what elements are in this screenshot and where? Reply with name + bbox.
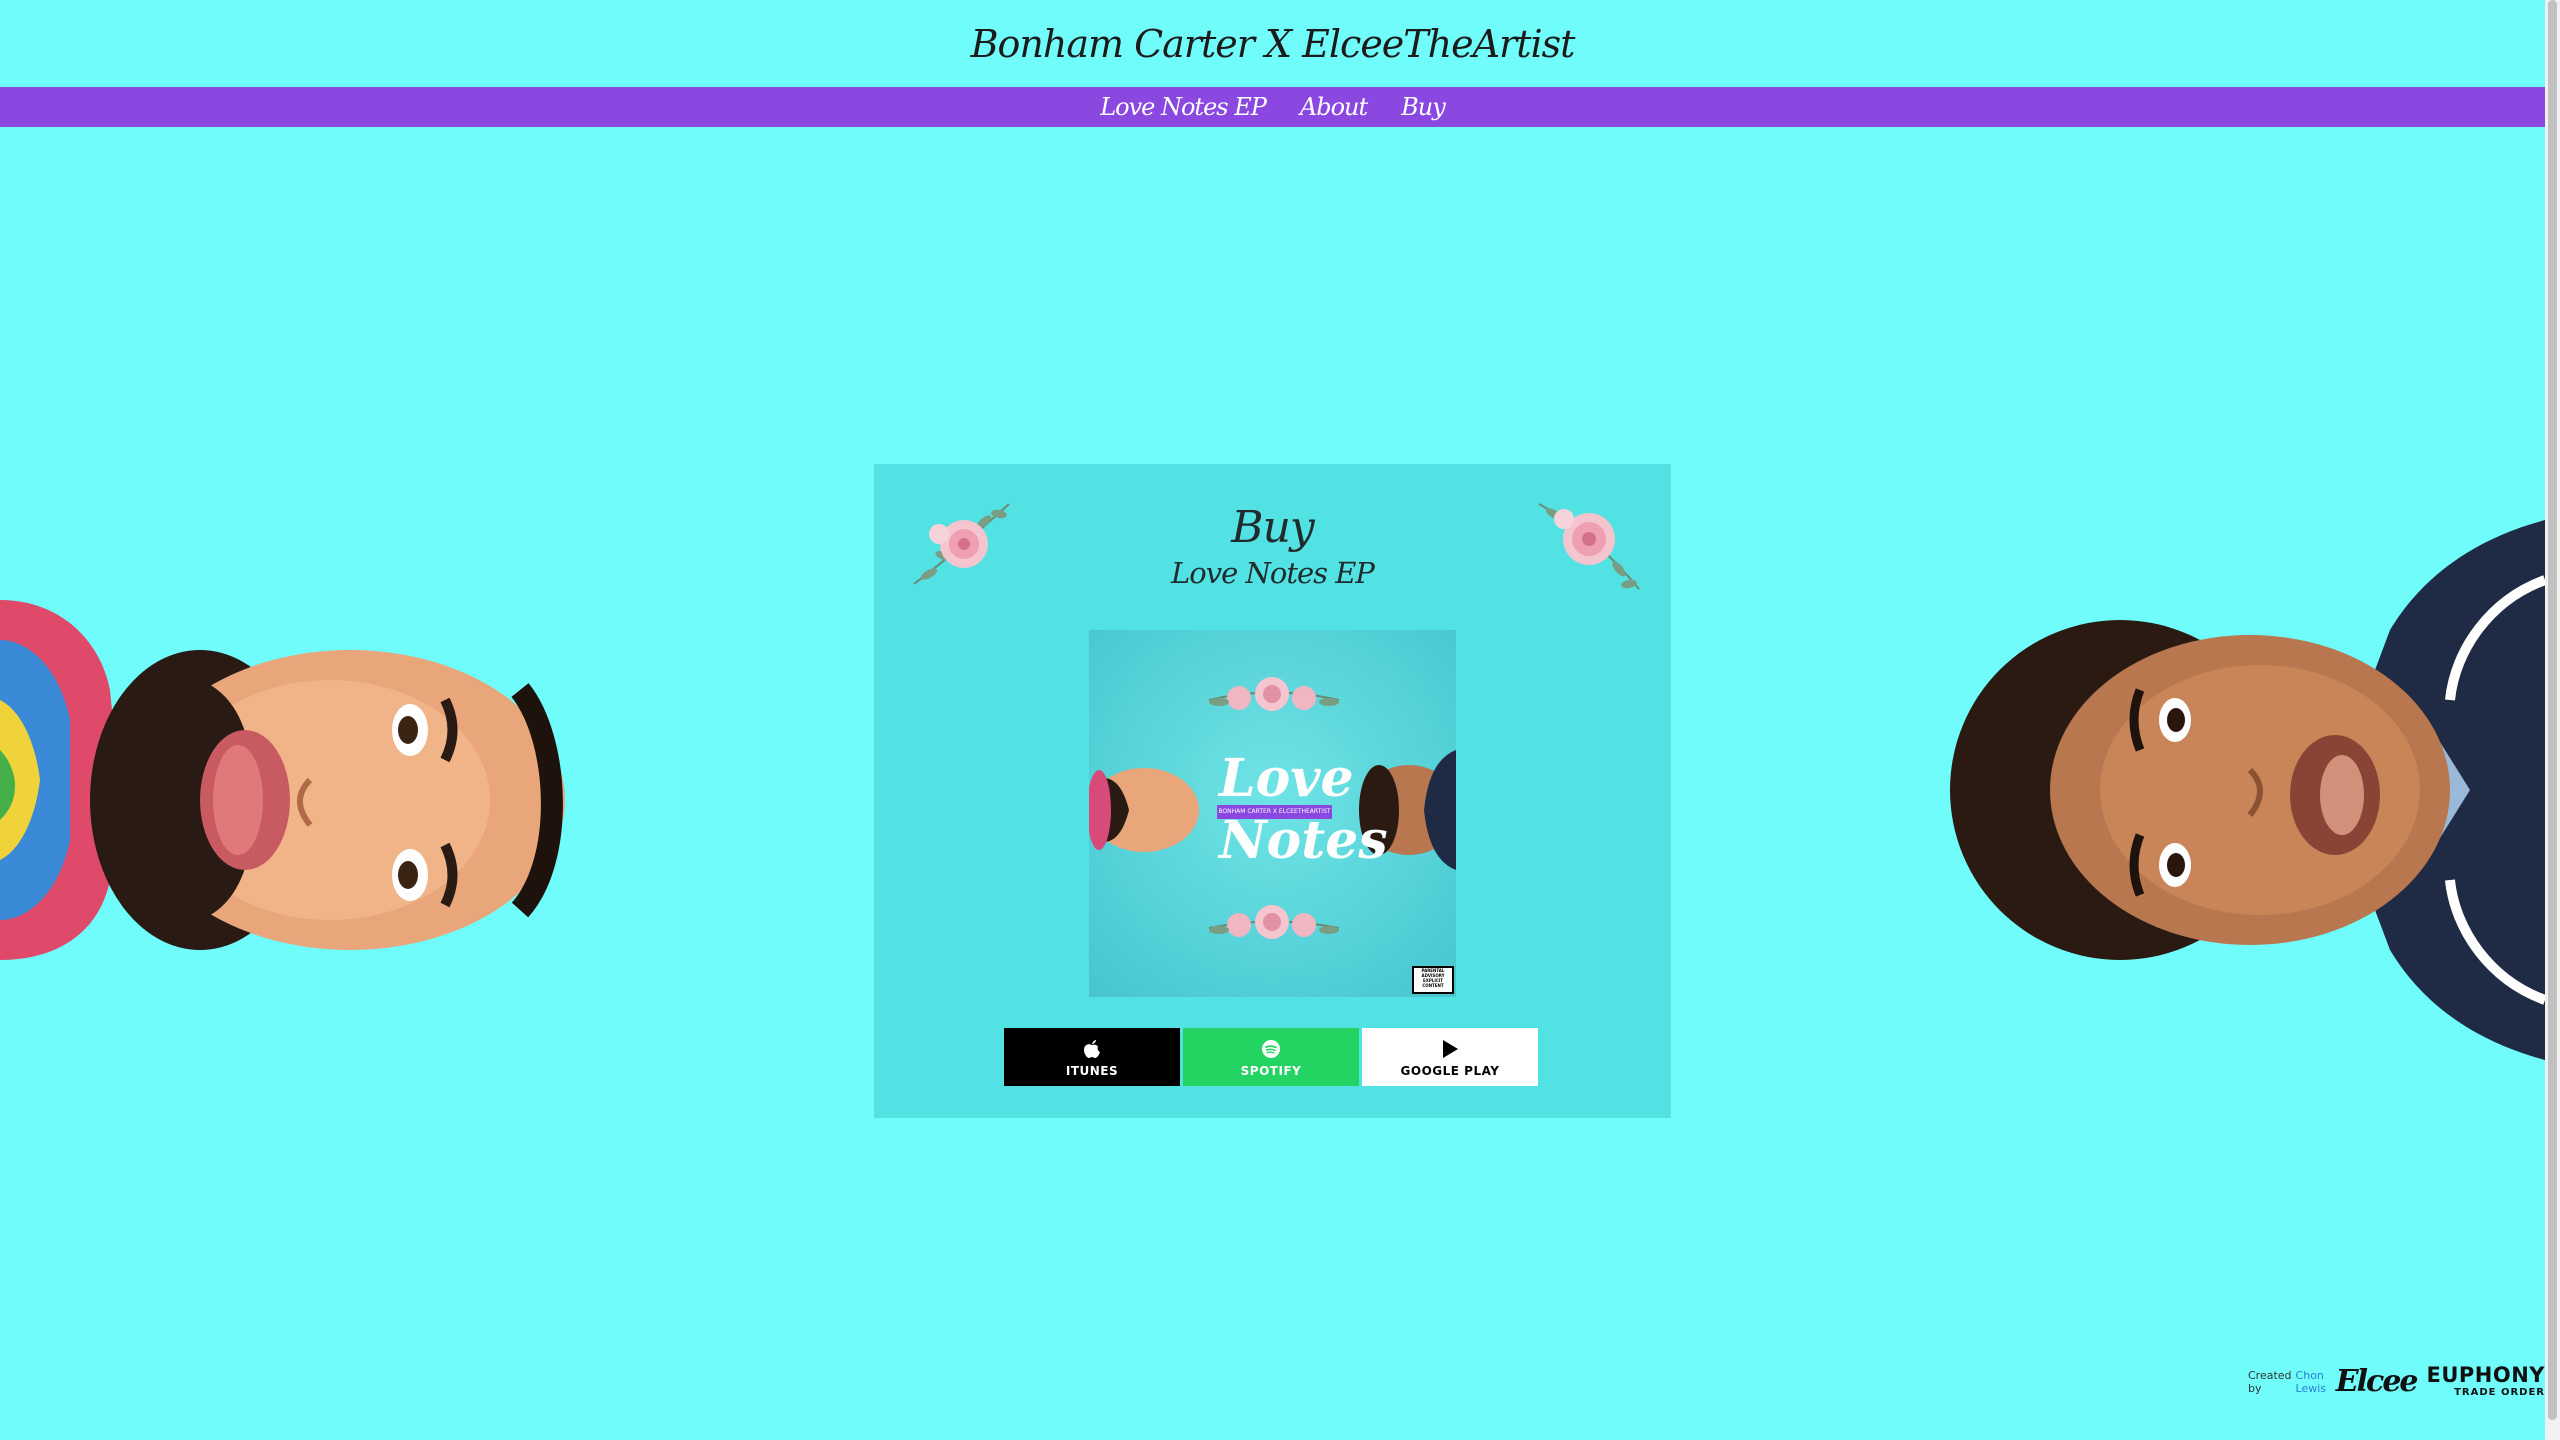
page: Bonham Carter X ElceeTheArtist Love Note…	[0, 0, 2545, 1440]
itunes-label: ITUNES	[1065, 1063, 1119, 1078]
site-title[interactable]: Bonham Carter X ElceeTheArtist	[0, 0, 2545, 87]
footer-credit: Created by Chon Lewis Elcee EUPHONY TRAD…	[2248, 1364, 2545, 1399]
google-play-label: GOOGLE PLAY	[1400, 1063, 1500, 1078]
spotify-button[interactable]: SPOTIFY	[1183, 1028, 1359, 1086]
card-subtitle: Love Notes EP	[1171, 556, 1375, 590]
itunes-button[interactable]: ITUNES	[1004, 1028, 1180, 1086]
play-icon	[1441, 1037, 1459, 1061]
left-artist-illustration	[0, 600, 565, 960]
author-link[interactable]: Chon Lewis	[2296, 1369, 2328, 1395]
album-title-notes: Notes	[1219, 810, 1388, 871]
nav-item-about[interactable]: About	[1300, 93, 1368, 121]
elcee-logo[interactable]: Elcee	[2336, 1364, 2419, 1399]
nav-item-love-notes-ep[interactable]: Love Notes EP	[1100, 93, 1267, 121]
apple-icon	[1083, 1037, 1101, 1061]
right-artist-illustration	[1950, 520, 2545, 1060]
store-buttons: ITUNES SPOTIFY GOOGLE PLAY	[1004, 1028, 1538, 1086]
album-title-love: Love	[1219, 748, 1354, 809]
created-by-text: Created by	[2248, 1368, 2292, 1395]
scrollbar-thumb[interactable]	[2548, 0, 2557, 1420]
navbar: Love Notes EP About Buy	[0, 87, 2545, 127]
nav-item-buy[interactable]: Buy	[1401, 93, 1446, 121]
euphony-logo[interactable]: EUPHONY TRADE ORDER	[2427, 1365, 2546, 1398]
google-play-button[interactable]: GOOGLE PLAY	[1362, 1028, 1538, 1086]
vertical-scrollbar[interactable]	[2545, 0, 2560, 1440]
parental-advisory-label: PARENTAL ADVISORY EXPLICIT CONTENT	[1412, 966, 1454, 994]
euphony-logo-text: EUPHONY	[2426, 1363, 2545, 1387]
buy-card: Buy Love Notes EP Love BONHAM CARTER X E…	[874, 464, 1671, 1118]
card-title: Buy	[1231, 502, 1315, 553]
spotify-label: SPOTIFY	[1240, 1063, 1302, 1078]
spotify-icon	[1261, 1037, 1281, 1061]
euphony-logo-subtext: TRADE ORDER	[2454, 1387, 2545, 1398]
album-cover[interactable]: Love BONHAM CARTER X ELCEETHEARTIST Note…	[1089, 630, 1456, 997]
